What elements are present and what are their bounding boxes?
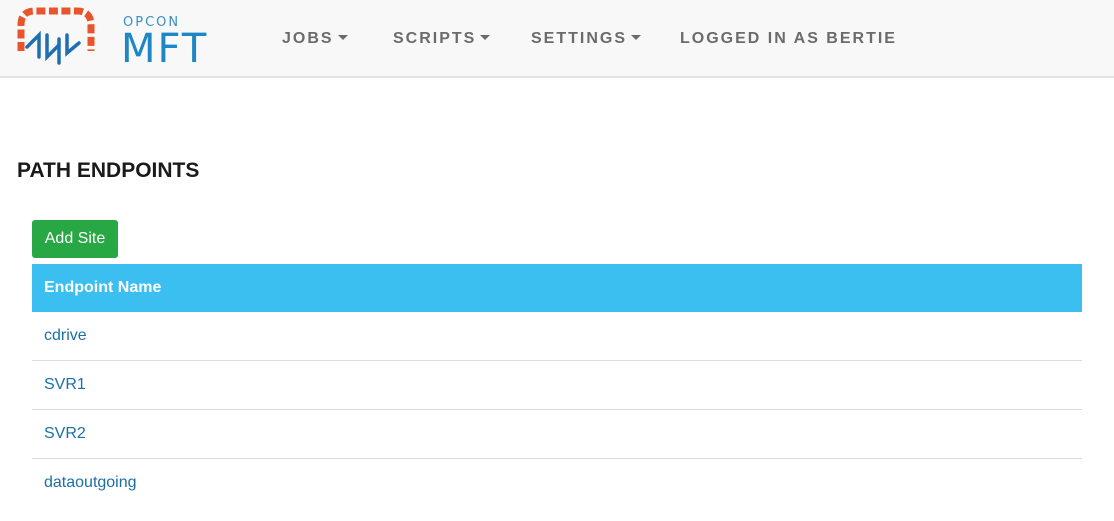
table-header-endpoint-name: Endpoint Name [32, 264, 1082, 312]
nav-user-status[interactable]: LOGGED IN AS BERTIE [680, 30, 897, 48]
brand-logo[interactable]: OPCON MFT [15, 7, 235, 71]
table-row: SVR1 [32, 361, 1082, 410]
page-title: PATH ENDPOINTS [17, 159, 200, 182]
caret-down-icon [480, 35, 491, 40]
nav-jobs-dropdown[interactable]: JOBS [282, 30, 348, 48]
endpoint-link[interactable]: dataoutgoing [44, 474, 137, 491]
add-site-button[interactable]: Add Site [32, 220, 118, 258]
endpoint-link[interactable]: SVR1 [44, 376, 86, 393]
endpoint-link[interactable]: cdrive [44, 327, 87, 344]
table-row: SVR2 [32, 410, 1082, 459]
brand-big-text: MFT [121, 26, 209, 72]
endpoints-table: Endpoint Name cdrive SVR1 SVR2 dataoutgo… [32, 264, 1082, 508]
caret-down-icon [631, 35, 642, 40]
nav-settings-dropdown[interactable]: SETTINGS [531, 30, 642, 48]
nav-scripts-label: SCRIPTS [393, 30, 477, 47]
caret-down-icon [337, 35, 348, 40]
table-row: cdrive [32, 312, 1082, 361]
opcon-mft-logo-icon [17, 7, 95, 65]
nav-user-label: LOGGED IN AS BERTIE [680, 30, 897, 47]
nav-jobs-label: JOBS [282, 30, 334, 47]
table-row: dataoutgoing [32, 459, 1082, 508]
endpoint-link[interactable]: SVR2 [44, 425, 86, 442]
nav-scripts-dropdown[interactable]: SCRIPTS [393, 30, 491, 48]
nav-settings-label: SETTINGS [531, 30, 628, 47]
top-navbar: OPCON MFT JOBS SCRIPTS SETTINGS LOGGED I… [0, 0, 1114, 78]
